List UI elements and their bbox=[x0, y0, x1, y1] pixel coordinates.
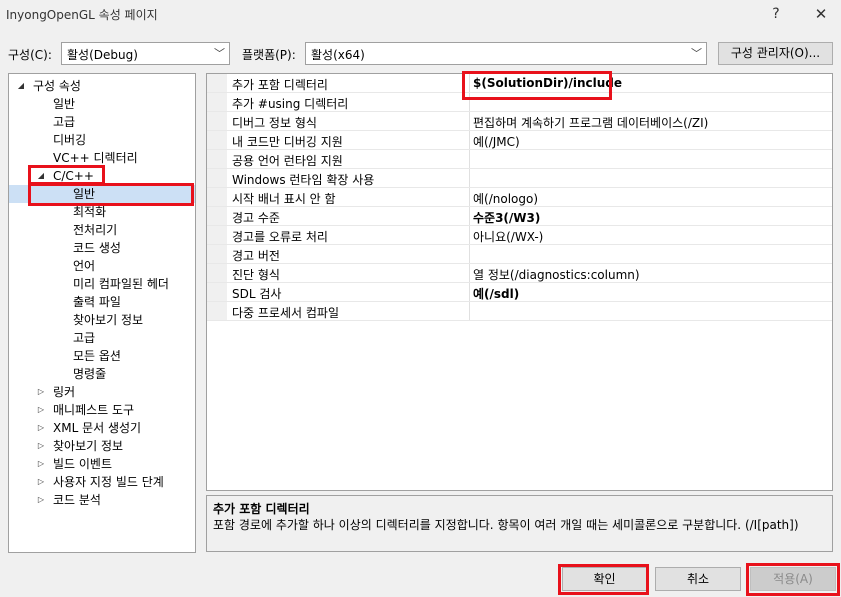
window-title: InyongOpenGL 속성 페이지 bbox=[6, 8, 158, 22]
tree-item-preprocessor[interactable]: 전처리기 bbox=[9, 221, 195, 239]
property-value[interactable]: 예(/sdl) bbox=[473, 285, 519, 302]
property-row[interactable]: 다중 프로세서 컴파일 bbox=[207, 302, 832, 321]
tree-item-code-analysis[interactable]: ▷ 코드 분석 bbox=[9, 491, 195, 509]
collapsed-arrow-icon[interactable]: ▷ bbox=[35, 455, 47, 473]
property-name: 공용 언어 런타임 지원 bbox=[232, 154, 343, 168]
property-row[interactable]: 내 코드만 디버깅 지원 예(/JMC) bbox=[207, 131, 832, 150]
tree-item-cpp-general[interactable]: 일반 bbox=[9, 185, 195, 203]
property-row[interactable]: 경고 수준 수준3(/W3) bbox=[207, 207, 832, 226]
property-row[interactable]: 진단 형식 열 정보(/diagnostics:column) bbox=[207, 264, 832, 283]
collapsed-arrow-icon[interactable]: ▷ bbox=[35, 419, 47, 437]
property-name: 다중 프로세서 컴파일 bbox=[232, 306, 339, 320]
close-button[interactable]: ✕ bbox=[806, 3, 836, 25]
chevron-down-icon: ﹀ bbox=[214, 47, 225, 60]
property-name: SDL 검사 bbox=[232, 287, 282, 301]
tree-item-browse-information[interactable]: ▷ 찾아보기 정보 bbox=[9, 437, 195, 455]
property-row[interactable]: 경고 버전 bbox=[207, 245, 832, 264]
chevron-down-icon: ﹀ bbox=[691, 47, 702, 60]
description-title: 추가 포함 디렉터리 bbox=[213, 502, 310, 516]
tree-item-linker[interactable]: ▷ 링커 bbox=[9, 383, 195, 401]
tree-item-command-line[interactable]: 명령줄 bbox=[9, 365, 195, 383]
collapsed-arrow-icon[interactable]: ▷ bbox=[35, 473, 47, 491]
collapsed-arrow-icon[interactable]: ▷ bbox=[35, 383, 47, 401]
property-row[interactable]: 디버그 정보 형식 편집하며 계속하기 프로그램 데이터베이스(/ZI) bbox=[207, 112, 832, 131]
property-row[interactable]: Windows 런타임 확장 사용 bbox=[207, 169, 832, 188]
config-manager-button[interactable]: 구성 관리자(O)... bbox=[718, 42, 833, 65]
property-value[interactable]: $(SolutionDir)/include bbox=[473, 76, 622, 90]
ok-button[interactable]: 확인 bbox=[562, 567, 647, 591]
property-name: 경고를 오류로 처리 bbox=[232, 230, 328, 244]
property-row[interactable]: 시작 배너 표시 안 함 예(/nologo) bbox=[207, 188, 832, 207]
property-name: 경고 버전 bbox=[232, 249, 280, 263]
title-bar: InyongOpenGL 속성 페이지 ? ✕ bbox=[0, 0, 841, 28]
tree-item-cpp[interactable]: ◢ C/C++ bbox=[9, 167, 195, 185]
tree-item-advanced[interactable]: 고급 bbox=[9, 113, 195, 131]
config-label: 구성(C): bbox=[8, 48, 52, 62]
description-panel: 추가 포함 디렉터리 포함 경로에 추가할 하나 이상의 디렉터리를 지정합니다… bbox=[206, 495, 833, 552]
platform-label: 플랫폼(P): bbox=[242, 48, 296, 62]
tree-item-build-events[interactable]: ▷ 빌드 이벤트 bbox=[9, 455, 195, 473]
tree-item-config-properties[interactable]: ◢ 구성 속성 bbox=[9, 77, 195, 95]
tree-item-browse-info[interactable]: 찾아보기 정보 bbox=[9, 311, 195, 329]
property-grid: 추가 포함 디렉터리 $(SolutionDir)/include 추가 #us… bbox=[206, 73, 833, 491]
property-value[interactable]: 아니요(/WX-) bbox=[473, 228, 543, 245]
property-name: 경고 수준 bbox=[232, 211, 280, 225]
property-row[interactable]: 추가 #using 디렉터리 bbox=[207, 93, 832, 112]
property-name: 시작 배너 표시 안 함 bbox=[232, 192, 336, 206]
tree-item-debugging[interactable]: 디버깅 bbox=[9, 131, 195, 149]
property-name: 내 코드만 디버깅 지원 bbox=[232, 135, 343, 149]
property-row[interactable]: 추가 포함 디렉터리 $(SolutionDir)/include bbox=[207, 74, 832, 93]
property-value[interactable]: 수준3(/W3) bbox=[473, 209, 540, 226]
property-row[interactable]: 경고를 오류로 처리 아니요(/WX-) bbox=[207, 226, 832, 245]
tree-item-manifest-tool[interactable]: ▷ 매니페스트 도구 bbox=[9, 401, 195, 419]
tree-item-language[interactable]: 언어 bbox=[9, 257, 195, 275]
config-dropdown[interactable]: 활성(Debug) ﹀ bbox=[61, 42, 230, 65]
tree-item-optimization[interactable]: 최적화 bbox=[9, 203, 195, 221]
property-row[interactable]: 공용 언어 런타임 지원 bbox=[207, 150, 832, 169]
description-text: 포함 경로에 추가할 하나 이상의 디렉터리를 지정합니다. 항목이 여러 개일… bbox=[213, 518, 799, 532]
tree-item-output-files[interactable]: 출력 파일 bbox=[9, 293, 195, 311]
property-value[interactable]: 예(/JMC) bbox=[473, 133, 520, 150]
property-value[interactable]: 열 정보(/diagnostics:column) bbox=[473, 266, 640, 283]
config-value: 활성(Debug) bbox=[67, 48, 138, 62]
apply-button[interactable]: 적용(A) bbox=[750, 567, 836, 591]
expanded-arrow-icon[interactable]: ◢ bbox=[35, 167, 47, 185]
tree-item-general[interactable]: 일반 bbox=[9, 95, 195, 113]
tree-item-precompiled-headers[interactable]: 미리 컴파일된 헤더 bbox=[9, 275, 195, 293]
property-value[interactable]: 예(/nologo) bbox=[473, 190, 538, 207]
collapsed-arrow-icon[interactable]: ▷ bbox=[35, 437, 47, 455]
tree-item-vc-directories[interactable]: VC++ 디렉터리 bbox=[9, 149, 195, 167]
tree-item-all-options[interactable]: 모든 옵션 bbox=[9, 347, 195, 365]
property-tree: ◢ 구성 속성 일반 고급 디버깅 VC++ 디렉터리 ◢ C/C++ 일반 최… bbox=[8, 73, 196, 553]
platform-value: 활성(x64) bbox=[311, 48, 365, 62]
property-name: 추가 포함 디렉터리 bbox=[232, 78, 328, 92]
property-name: 진단 형식 bbox=[232, 268, 280, 282]
cancel-button[interactable]: 취소 bbox=[655, 567, 741, 591]
platform-dropdown[interactable]: 활성(x64) ﹀ bbox=[305, 42, 707, 65]
tree-item-cpp-advanced[interactable]: 고급 bbox=[9, 329, 195, 347]
property-value[interactable]: 편집하며 계속하기 프로그램 데이터베이스(/ZI) bbox=[473, 114, 708, 131]
tree-item-code-generation[interactable]: 코드 생성 bbox=[9, 239, 195, 257]
collapsed-arrow-icon[interactable]: ▷ bbox=[35, 401, 47, 419]
expanded-arrow-icon[interactable]: ◢ bbox=[15, 77, 27, 95]
help-button[interactable]: ? bbox=[762, 3, 790, 25]
property-name: Windows 런타임 확장 사용 bbox=[232, 173, 375, 187]
property-name: 추가 #using 디렉터리 bbox=[232, 97, 349, 111]
tree-item-custom-build-step[interactable]: ▷ 사용자 지정 빌드 단계 bbox=[9, 473, 195, 491]
property-name: 디버그 정보 형식 bbox=[232, 116, 317, 130]
collapsed-arrow-icon[interactable]: ▷ bbox=[35, 491, 47, 509]
tree-item-xml-doc-generator[interactable]: ▷ XML 문서 생성기 bbox=[9, 419, 195, 437]
property-row[interactable]: SDL 검사 예(/sdl) bbox=[207, 283, 832, 302]
